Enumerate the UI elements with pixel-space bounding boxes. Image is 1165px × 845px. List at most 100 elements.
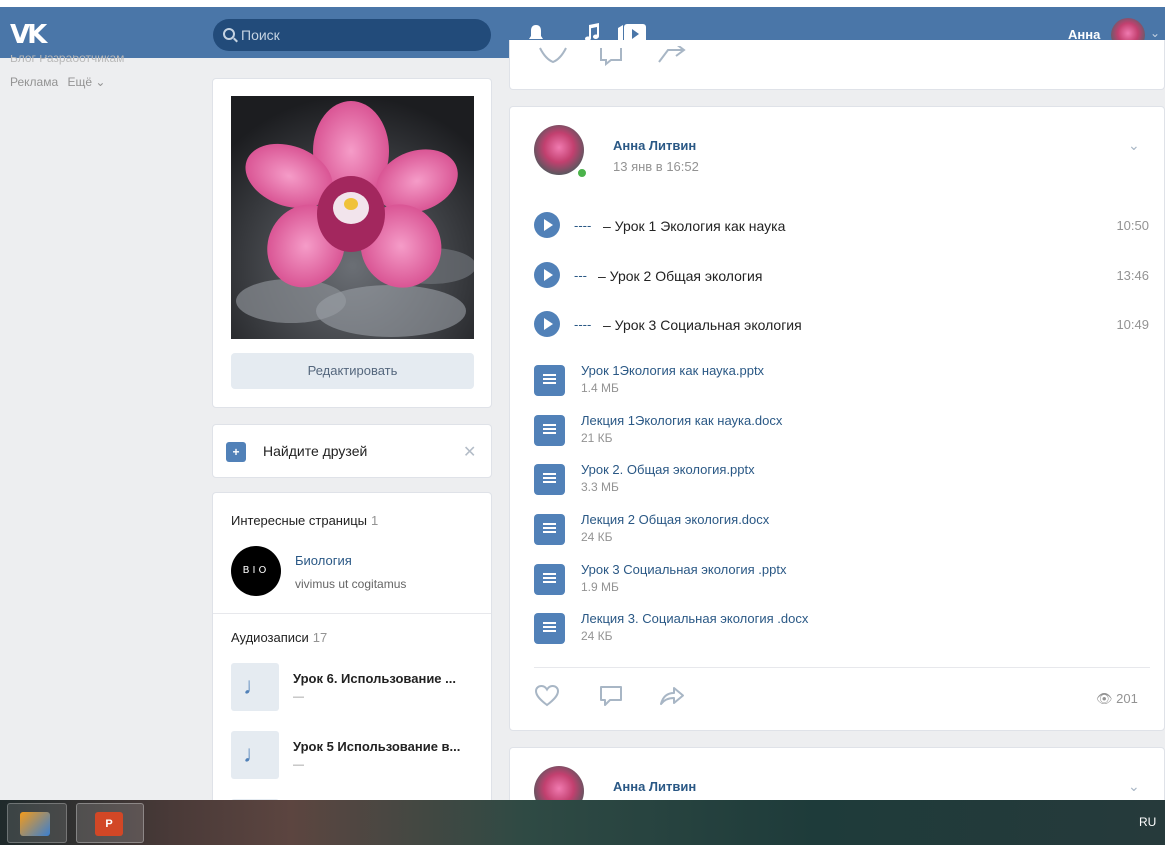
audio-track[interactable]: --- – Урок 2 Общая экология 13:46 — [534, 259, 1149, 289]
edit-profile-button[interactable]: Редактировать — [231, 353, 474, 389]
document-icon[interactable] — [534, 464, 565, 495]
sidebar-modules-card: Интересные страницы 1 BIO Биология vivimu… — [212, 492, 492, 845]
post-author-name[interactable]: Анна Литвин — [613, 138, 696, 153]
document-size: 24 КБ — [581, 629, 613, 643]
track-title: – Урок 2 Общая экология — [598, 268, 763, 284]
track-title: – Урок 3 Социальная экология — [603, 317, 802, 333]
document-icon[interactable] — [534, 415, 565, 446]
search-icon — [223, 28, 235, 40]
document-name[interactable]: Лекция 1Экология как наука.docx — [581, 413, 782, 428]
document-icon[interactable] — [534, 564, 565, 595]
biology-page-link[interactable]: Биология — [295, 553, 352, 568]
document-size: 1.9 МБ — [581, 580, 619, 594]
share-icon[interactable] — [656, 43, 686, 72]
chevron-down-icon[interactable]: ⌄ — [1150, 26, 1160, 40]
post-date[interactable]: 13 янв в 16:52 — [613, 159, 699, 174]
audio-section-title[interactable]: Аудиозаписи 17 — [231, 630, 327, 645]
document-attachment[interactable]: Лекция 2 Общая экология.docx 24 КБ — [534, 512, 1034, 552]
music-note-icon[interactable]: ♩ — [231, 731, 279, 779]
track-artist[interactable]: ---- — [574, 317, 591, 332]
taskbar-powerpoint-button[interactable]: P — [76, 803, 144, 843]
document-icon[interactable] — [534, 365, 565, 396]
find-friends-label[interactable]: Найдите друзей — [263, 443, 367, 459]
track-artist[interactable]: ---- — [574, 218, 591, 233]
window-edge — [0, 0, 1165, 7]
left-nav-footer: Блог Разработчикам Реклама Ещё ⌄ — [10, 55, 124, 89]
left-nav-more-link[interactable]: Ещё ⌄ — [67, 75, 105, 89]
audio-list-item[interactable]: ♩ Урок 5 Использование в... — — [231, 731, 481, 781]
document-attachment[interactable]: Урок 2. Общая экология.pptx 3.3 МБ — [534, 462, 1034, 502]
document-name[interactable]: Урок 2. Общая экология.pptx — [581, 462, 755, 477]
play-icon[interactable] — [534, 311, 560, 337]
wall-post: Анна Литвин 13 янв в 16:52 ⌄ ---- – Урок… — [509, 106, 1165, 731]
track-title: – Урок 1 Экология как наука — [603, 218, 786, 234]
profile-photo[interactable] — [231, 96, 474, 339]
audio-track[interactable]: ---- – Урок 1 Экология как наука 10:50 — [534, 209, 1149, 239]
post-author-name[interactable]: Анна Литвин — [613, 779, 696, 794]
document-icon[interactable] — [534, 514, 565, 545]
search-placeholder: Поиск — [241, 27, 280, 43]
audio-item-title: Урок 6. Использование ... — [293, 671, 456, 686]
document-name[interactable]: Урок 3 Социальная экология .pptx — [581, 562, 786, 577]
eye-icon: 👁 — [1096, 691, 1113, 706]
document-attachment[interactable]: Лекция 1Экология как наука.docx 21 КБ — [534, 413, 1034, 453]
music-note-icon[interactable]: ♩ — [231, 663, 279, 711]
close-icon[interactable]: ✕ — [463, 442, 476, 462]
language-indicator[interactable]: RU — [1139, 815, 1156, 829]
interesting-pages-label: Интересные страницы — [231, 513, 368, 528]
share-icon[interactable] — [658, 684, 686, 715]
audio-track[interactable]: ---- – Урок 3 Социальная экология 10:49 — [534, 308, 1149, 338]
audio-item-title: Урок 5 Использование в... — [293, 739, 461, 754]
views-count: 201 — [1116, 691, 1138, 706]
chevron-down-icon[interactable]: ⌄ — [1128, 137, 1140, 154]
find-friends-card[interactable]: + Найдите друзей ✕ — [212, 424, 492, 478]
document-name[interactable]: Лекция 3. Социальная экология .docx — [581, 611, 808, 626]
interesting-pages-title[interactable]: Интересные страницы 1 — [231, 513, 378, 528]
views-counter: 👁 201 — [1096, 691, 1138, 707]
left-nav-ads-link[interactable]: Реклама — [10, 75, 58, 89]
play-icon[interactable] — [534, 262, 560, 288]
biology-page-subtitle: vivimus ut cogitamus — [295, 577, 407, 591]
audio-item-artist: — — [293, 691, 304, 703]
document-name[interactable]: Урок 1Экология как наука.pptx — [581, 363, 764, 378]
biology-page-avatar[interactable]: BIO — [231, 546, 281, 596]
audio-count: 17 — [312, 630, 328, 645]
document-attachment[interactable]: Урок 3 Социальная экология .pptx 1.9 МБ — [534, 562, 1034, 602]
play-icon[interactable] — [534, 212, 560, 238]
online-indicator — [576, 167, 588, 179]
audio-list-item[interactable]: ♩ Урок 6. Использование ... — — [231, 663, 481, 713]
post-author-avatar[interactable] — [534, 125, 584, 175]
audio-section-label: Аудиозаписи — [231, 630, 309, 645]
track-duration: 13:46 — [1116, 268, 1149, 283]
document-size: 3.3 МБ — [581, 480, 619, 494]
media-app-icon — [20, 812, 50, 836]
track-duration: 10:50 — [1116, 218, 1149, 233]
comment-icon[interactable] — [598, 684, 624, 715]
powerpoint-icon: P — [95, 812, 123, 836]
document-attachment[interactable]: Урок 1Экология как наука.pptx 1.4 МБ — [534, 363, 1034, 403]
profile-card: Редактировать — [212, 78, 492, 408]
like-icon[interactable] — [538, 46, 568, 72]
track-artist[interactable]: --- — [574, 268, 587, 283]
comment-icon[interactable] — [598, 46, 624, 72]
search-input[interactable]: Поиск — [213, 19, 491, 51]
left-nav-row-partial[interactable]: Блог Разработчикам — [10, 55, 124, 69]
taskbar-media-button[interactable] — [7, 803, 67, 843]
windows-taskbar: P — [0, 800, 1165, 845]
interesting-pages-count: 1 — [371, 513, 379, 528]
document-size: 1.4 МБ — [581, 381, 619, 395]
like-icon[interactable] — [534, 684, 560, 715]
document-attachment[interactable]: Лекция 3. Социальная экология .docx 24 К… — [534, 611, 1034, 651]
vk-logo[interactable]: VK — [10, 20, 47, 50]
track-duration: 10:49 — [1116, 317, 1149, 332]
audio-item-artist: — — [293, 759, 304, 771]
add-friend-icon: + — [226, 442, 246, 462]
chevron-down-icon[interactable]: ⌄ — [1128, 778, 1140, 795]
divider — [534, 667, 1150, 668]
document-size: 24 КБ — [581, 530, 613, 544]
document-size: 21 КБ — [581, 431, 613, 445]
document-name[interactable]: Лекция 2 Общая экология.docx — [581, 512, 769, 527]
document-icon[interactable] — [534, 613, 565, 644]
divider — [213, 613, 491, 614]
previous-post-actions — [509, 40, 1165, 90]
